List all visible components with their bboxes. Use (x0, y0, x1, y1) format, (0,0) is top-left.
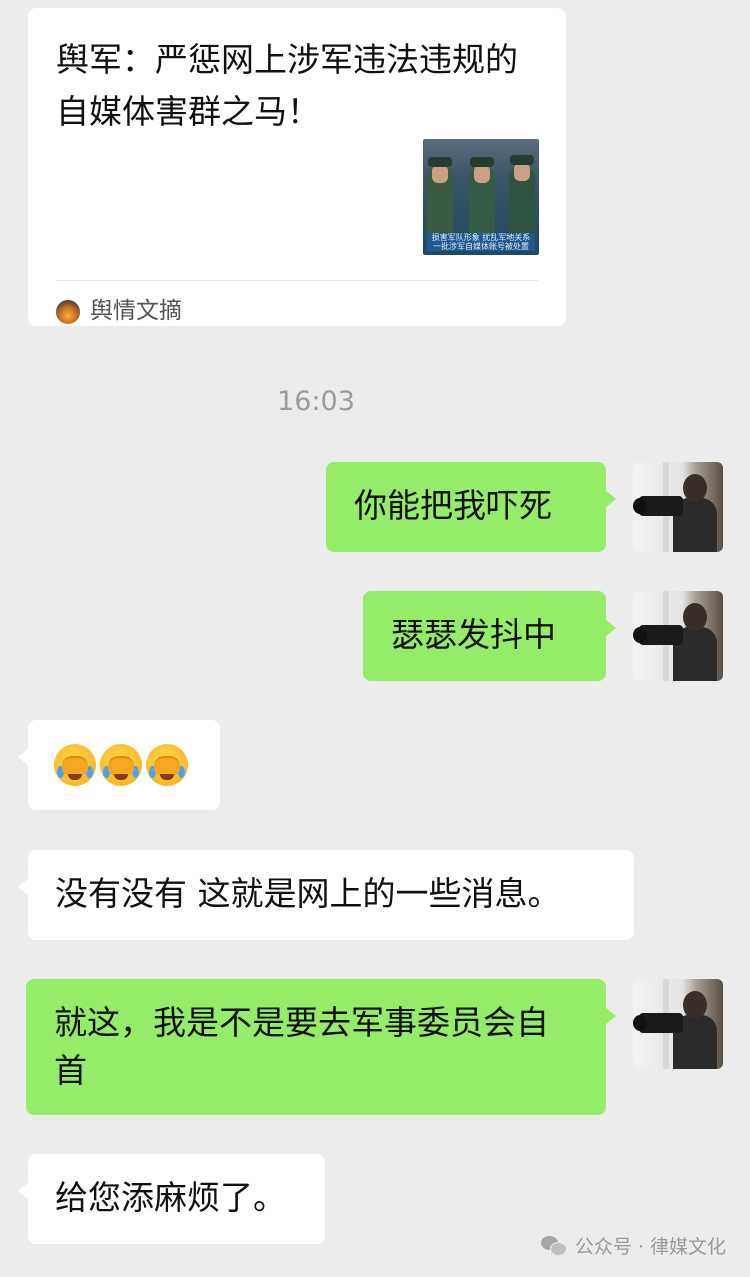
mouth (160, 774, 174, 780)
camera-lens (633, 627, 647, 643)
soldier-cap (470, 157, 494, 167)
outgoing-message-bubble[interactable]: 瑟瑟发抖中 (363, 591, 616, 681)
facepalm-crying-emoji (54, 744, 96, 786)
message-text: 没有没有 这就是网上的一些消息。 (55, 874, 561, 913)
avatar[interactable] (633, 591, 723, 681)
message-text: 你能把我吓死 (354, 486, 552, 525)
person-head (683, 991, 707, 1019)
message-timestamp: 16:03 (277, 386, 355, 417)
outgoing-message-bubble[interactable]: 你能把我吓死 (326, 462, 616, 552)
watermark: 公众号 · 律媒文化 (540, 1232, 726, 1259)
chat-view: 舆军：严惩网上涉军违法违规的自媒体害群之马！ 损害军队形象 扰乱军地关系 一批涉… (0, 0, 750, 1277)
article-thumbnail: 损害军队形象 扰乱军地关系 一批涉军自媒体账号被处置 (423, 139, 539, 255)
message-text: 给您添麻烦了。 (55, 1178, 286, 1217)
wechat-icon (540, 1235, 567, 1256)
outgoing-message-bubble[interactable]: 就这，我是不是要去军事委员会自首 (26, 979, 616, 1115)
soldier-face (432, 165, 448, 183)
sunset-logo-icon (56, 300, 80, 324)
soldier-cap (428, 157, 452, 167)
camera-lens (633, 1015, 647, 1031)
incoming-message-bubble[interactable]: 给您添麻烦了。 (18, 1154, 325, 1244)
watermark-text: 公众号 · 律媒文化 (574, 1236, 726, 1258)
avatar[interactable] (633, 979, 723, 1069)
incoming-message-bubble[interactable]: 没有没有 这就是网上的一些消息。 (18, 850, 634, 940)
facepalm-crying-emoji (146, 744, 188, 786)
facepalm-crying-emoji (100, 744, 142, 786)
article-source-name: 舆情文摘 (90, 298, 182, 324)
soldier-face (474, 165, 490, 183)
message-text: 瑟瑟发抖中 (391, 615, 556, 654)
person-head (683, 603, 707, 631)
message-text: 就这，我是不是要去军事委员会自首 (54, 1003, 549, 1090)
shared-article-card[interactable]: 舆军：严惩网上涉军违法违规的自媒体害群之马！ 损害军队形象 扰乱军地关系 一批涉… (28, 8, 566, 326)
chat-bubble-shape (549, 1241, 567, 1256)
person-head (683, 474, 707, 502)
article-title: 舆军：严惩网上涉军违法违规的自媒体害群之马！ (56, 40, 518, 131)
emoji-row (28, 720, 220, 810)
soldier-cap (510, 155, 534, 165)
hand (154, 756, 180, 776)
soldier-face (514, 163, 530, 181)
avatar[interactable] (633, 462, 723, 552)
mouth (114, 774, 128, 780)
mouth (68, 774, 82, 780)
hand (62, 756, 88, 776)
hand (108, 756, 134, 776)
incoming-emoji-bubble[interactable] (18, 720, 220, 810)
camera-lens (633, 498, 647, 514)
card-divider (56, 280, 538, 281)
thumbnail-caption: 损害军队形象 扰乱军地关系 一批涉军自媒体账号被处置 (427, 233, 535, 251)
